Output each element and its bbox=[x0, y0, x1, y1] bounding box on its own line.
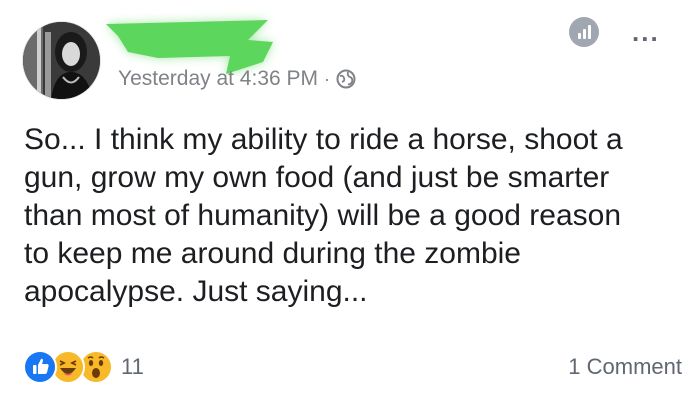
comment-count-link[interactable]: 1 Comment bbox=[568, 354, 682, 380]
meta-separator: · bbox=[324, 68, 331, 89]
post-body: So... I think my ability to ride a horse… bbox=[24, 121, 674, 311]
stats-icon[interactable] bbox=[569, 17, 599, 47]
reaction-count[interactable]: 11 bbox=[121, 354, 144, 380]
more-options-icon[interactable]: ... bbox=[632, 19, 660, 45]
globe-icon[interactable] bbox=[336, 69, 356, 89]
post-line: apocalypse. Just saying... bbox=[24, 275, 368, 308]
like-icon bbox=[23, 350, 57, 384]
post-line: So... I think my ability to ride a horse… bbox=[24, 123, 623, 156]
avatar[interactable] bbox=[23, 22, 100, 99]
reactions-summary[interactable]: 11 bbox=[23, 350, 144, 384]
post-meta: Yesterday at 4:36 PM · bbox=[118, 67, 356, 91]
timestamp-link[interactable]: Yesterday at 4:36 PM bbox=[118, 67, 318, 91]
redacted-name-scribble bbox=[106, 20, 273, 74]
facebook-post: Yesterday at 4:36 PM · ... So... I think… bbox=[0, 0, 700, 400]
post-line: than most of humanity) will be a good re… bbox=[24, 199, 621, 232]
post-line: gun, grow my own food (and just be smart… bbox=[24, 161, 610, 194]
post-line: to keep me around during the zombie bbox=[24, 237, 521, 270]
